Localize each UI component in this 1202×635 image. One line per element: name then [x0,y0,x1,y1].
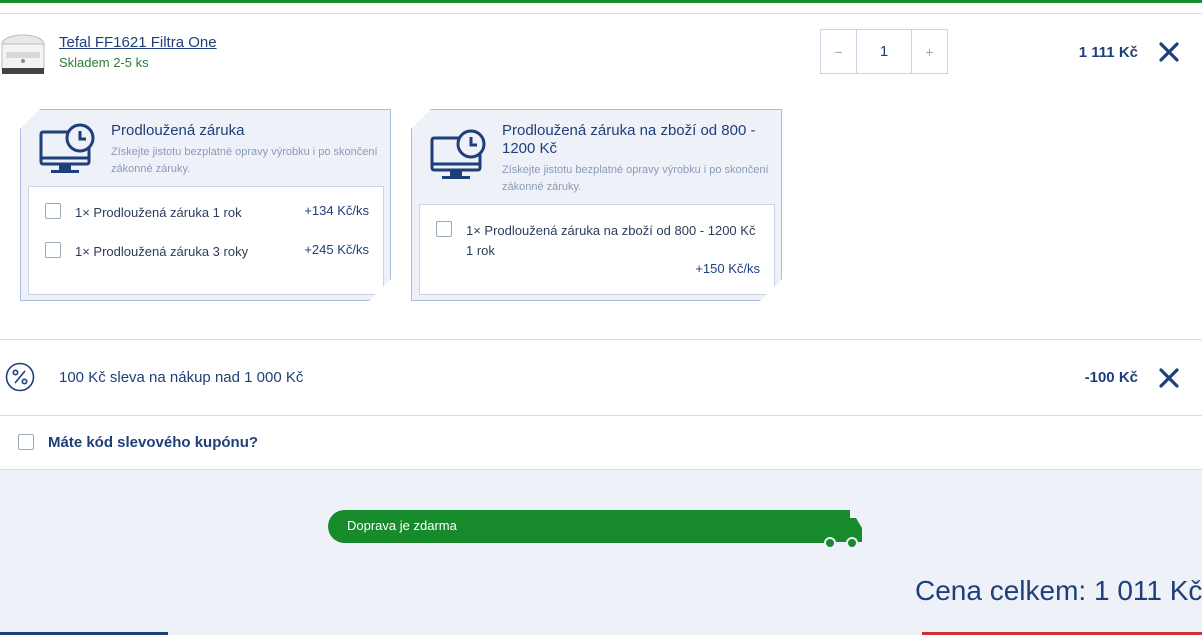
warranty-description: Získejte jistotu bezplatné opravy výrobk… [502,164,769,193]
divider [0,339,1202,340]
warranty-title: Prodloužená záruka na zboží od 800 - 120… [502,122,756,157]
warranty-options: 1× Prodloužená záruka 1 rok +134 Kč/ks 1… [28,186,384,295]
percent-icon [5,362,35,392]
product-image[interactable] [0,30,46,78]
remove-discount-close-icon[interactable] [1157,366,1181,390]
quantity-stepper: − 1 + [820,29,948,74]
warranty-card: Prodloužená záruka Získejte jistotu bezp… [20,109,391,301]
warranty-title: Prodloužená záruka [111,122,245,139]
warranty-option[interactable]: 1× Prodloužená záruka 3 roky +245 Kč/ks [45,242,369,262]
coupon-toggle-label[interactable]: Máte kód slevového kupónu? [48,434,258,451]
remove-product-close-icon[interactable] [1157,40,1181,64]
monitor-clock-icon [39,122,97,176]
quantity-decrease-button[interactable]: − [821,30,856,73]
quantity-value[interactable]: 1 [856,30,912,73]
product-name-link[interactable]: Tefal FF1621 Filtra One [59,34,217,51]
warranty-option-price: +245 Kč/ks [304,242,369,257]
product-stock-status: Skladem 2-5 ks [59,55,149,70]
truck-icon [820,510,862,549]
warranty-option-price: +150 Kč/ks [695,261,760,276]
warranty-option[interactable]: 1× Prodloužená záruka na zboží od 800 - … [436,221,760,261]
free-shipping-label: Doprava je zdarma [347,518,457,533]
discount-value: -100 Kč [1084,369,1138,386]
divider [0,415,1202,416]
product-price: 1 111 Kč [1078,44,1138,61]
warranty-option[interactable]: 1× Prodloužená záruka 1 rok +134 Kč/ks [45,203,369,223]
top-accent-line [0,0,1202,3]
warranty-option-price: +134 Kč/ks [304,203,369,218]
warranty-option-label: 1× Prodloužená záruka 3 roky [75,244,249,259]
warranty-option-price-row: +150 Kč/ks [436,261,760,276]
warranty-options: 1× Prodloužená záruka na zboží od 800 - … [419,204,775,295]
warranty-option-label: 1× Prodloužená záruka na zboží od 800 - … [466,223,756,258]
warranty-card: Prodloužená záruka na zboží od 800 - 120… [411,109,782,301]
order-total: Cena celkem: 1 011 Kč [915,575,1202,606]
warranty-checkbox[interactable] [45,242,61,258]
monitor-clock-icon [430,128,488,182]
warranty-option-label: 1× Prodloužená záruka 1 rok [75,205,242,220]
cart-summary-panel [0,470,1202,635]
discount-label: 100 Kč sleva na nákup nad 1 000 Kč [59,369,304,386]
warranty-checkbox[interactable] [45,203,61,219]
quantity-increase-button[interactable]: + [912,30,947,73]
warranty-description: Získejte jistotu bezplatné opravy výrobk… [111,146,378,175]
warranty-checkbox[interactable] [436,221,452,237]
coupon-checkbox[interactable] [18,434,34,450]
divider [0,13,1202,14]
